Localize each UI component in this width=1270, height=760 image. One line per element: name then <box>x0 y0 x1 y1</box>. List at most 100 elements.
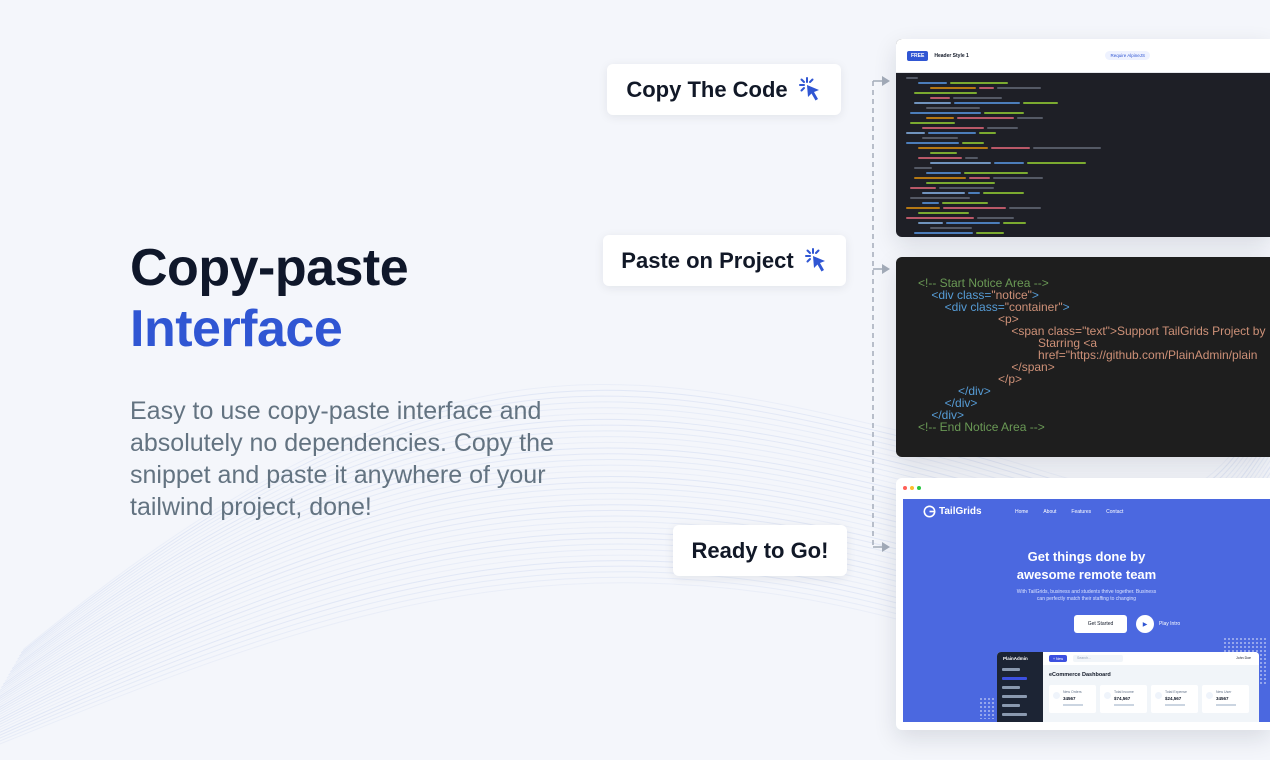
code-line-mark <box>914 167 932 169</box>
code-line-mark <box>906 142 959 144</box>
dashboard-topbar: + New Search... John Doe <box>1043 652 1259 665</box>
code-preview-header: FREE Header Style 1 Require AlpineJS <box>896 39 1270 73</box>
code-line-mark <box>906 77 918 79</box>
maximize-dot-icon <box>917 486 921 490</box>
nav-link-about[interactable]: About <box>1043 509 1056 515</box>
hero-description: Easy to use copy-paste interface and abs… <box>130 397 554 521</box>
dashboard-search-input[interactable]: Search... <box>1073 655 1123 662</box>
code-line-mark <box>914 92 977 94</box>
code-token: >Support TailGrids Project by <box>1109 324 1266 338</box>
tailgrids-logo[interactable]: TailGrids <box>923 505 982 518</box>
stat-value: 34567 <box>1063 696 1076 701</box>
dashboard-screenshot: PlainAdmin + New Search... John Doe eCom… <box>997 652 1259 722</box>
nav-link-features[interactable]: Features <box>1071 509 1091 515</box>
code-line-mark <box>918 147 988 149</box>
get-started-button[interactable]: Get Started <box>1074 615 1127 633</box>
code-line-mark <box>950 82 1008 84</box>
code-line-mark <box>914 177 966 179</box>
code-line-mark <box>930 162 991 164</box>
stat-trend <box>1114 704 1134 706</box>
ready-to-go-button[interactable]: Ready to Go! <box>673 525 847 576</box>
hero-title: Copy-paste Interface <box>130 238 409 360</box>
code-line-mark <box>969 177 990 179</box>
code-line-mark <box>918 212 969 214</box>
dashboard-user-name[interactable]: John Doe <box>1236 656 1251 660</box>
play-icon: ▶ <box>1136 615 1154 633</box>
dashboard-sidebar: PlainAdmin <box>997 652 1043 722</box>
stat-value: $74,567 <box>1114 696 1131 701</box>
stat-icon <box>1155 692 1162 699</box>
copy-the-code-label: Copy The Code <box>626 76 788 102</box>
stat-icon <box>1206 692 1213 699</box>
code-line-mark <box>953 97 1002 99</box>
code-line-mark <box>910 112 981 114</box>
sidebar-item[interactable] <box>1002 677 1027 680</box>
hero-title-line2: Interface <box>130 300 343 358</box>
code-line-mark <box>918 82 947 84</box>
paste-on-project-button[interactable]: Paste on Project <box>603 235 846 286</box>
preview-navbar: TailGrids Home About Features Contact <box>903 499 1270 525</box>
hero-preview: TailGrids Home About Features Contact Ge… <box>903 499 1270 722</box>
code-line-mark <box>957 117 1014 119</box>
code-line-mark <box>962 142 984 144</box>
snippet-code-block: <!-- Start Notice Area --> <div class="n… <box>896 257 1270 457</box>
preview-headline-line2: awesome remote team <box>1016 567 1157 582</box>
code-line-mark <box>954 102 1020 104</box>
nav-link-home[interactable]: Home <box>1015 509 1028 515</box>
code-line-mark <box>926 182 995 184</box>
stat-card: Total Income $74,567 <box>1100 685 1147 713</box>
tailgrids-logo-text: TailGrids <box>939 506 982 517</box>
code-line-mark <box>918 222 943 224</box>
tailgrids-logo-icon <box>923 505 936 518</box>
code-line-mark <box>926 172 961 174</box>
code-line-mark <box>965 157 978 159</box>
alpine-badge[interactable]: Require AlpineJS <box>1105 51 1150 60</box>
dashboard-title: eCommerce Dashboard <box>1049 672 1111 678</box>
code-line-mark <box>922 202 939 204</box>
snippet-code: <!-- Start Notice Area --> <div class="n… <box>918 277 1265 433</box>
sidebar-item[interactable] <box>1002 686 1020 689</box>
sidebar-item[interactable] <box>1002 704 1020 707</box>
paste-on-project-label: Paste on Project <box>621 247 794 273</box>
new-button[interactable]: + New <box>1049 655 1067 662</box>
preview-headline: Get things done by awesome remote team <box>903 548 1270 584</box>
stat-label: Total Income <box>1114 690 1134 694</box>
sidebar-item[interactable] <box>1002 668 1020 671</box>
code-line-mark <box>930 227 972 229</box>
window-controls <box>903 486 921 490</box>
code-line-mark <box>964 172 1028 174</box>
minimize-dot-icon <box>910 486 914 490</box>
sidebar-item[interactable] <box>1002 713 1027 716</box>
code-line-mark <box>910 122 955 124</box>
code-line-mark <box>994 162 1024 164</box>
code-line-mark <box>939 187 994 189</box>
code-line-mark <box>926 117 954 119</box>
code-line-mark <box>922 192 965 194</box>
code-line-mark <box>1009 207 1041 209</box>
preview-nav-links: Home About Features Contact <box>1015 509 1123 515</box>
stat-card: New User 34567 <box>1202 685 1249 713</box>
sidebar-item[interactable] <box>1002 695 1027 698</box>
code-line-mark <box>922 127 984 129</box>
stat-card: New Orders 34567 <box>1049 685 1096 713</box>
cursor-click-icon <box>798 76 819 100</box>
arrow-right-icon <box>882 76 890 86</box>
nav-link-contact[interactable]: Contact <box>1106 509 1123 515</box>
stat-trend <box>1063 704 1083 706</box>
preview-subtext-line2: can perfectly match their staffing to ch… <box>1036 596 1137 602</box>
stat-label: New User <box>1216 690 1232 694</box>
result-browser-preview: TailGrids Home About Features Contact Ge… <box>896 478 1270 730</box>
code-line-mark <box>930 152 957 154</box>
code-line-mark <box>987 127 1018 129</box>
copy-the-code-button[interactable]: Copy The Code <box>607 64 841 115</box>
code-line-mark <box>942 202 988 204</box>
code-preview-title: Header Style 1 <box>934 52 969 59</box>
play-intro-button[interactable]: ▶ Play Intro <box>1136 615 1180 633</box>
code-line-mark <box>1023 102 1058 104</box>
code-line: </div> <box>918 397 1265 409</box>
code-line-mark <box>943 207 1006 209</box>
code-line-mark <box>926 107 980 109</box>
code-line-mark <box>906 132 925 134</box>
code-line-mark <box>991 147 1030 149</box>
dashboard-main: + New Search... John Doe eCommerce Dashb… <box>1043 652 1259 722</box>
